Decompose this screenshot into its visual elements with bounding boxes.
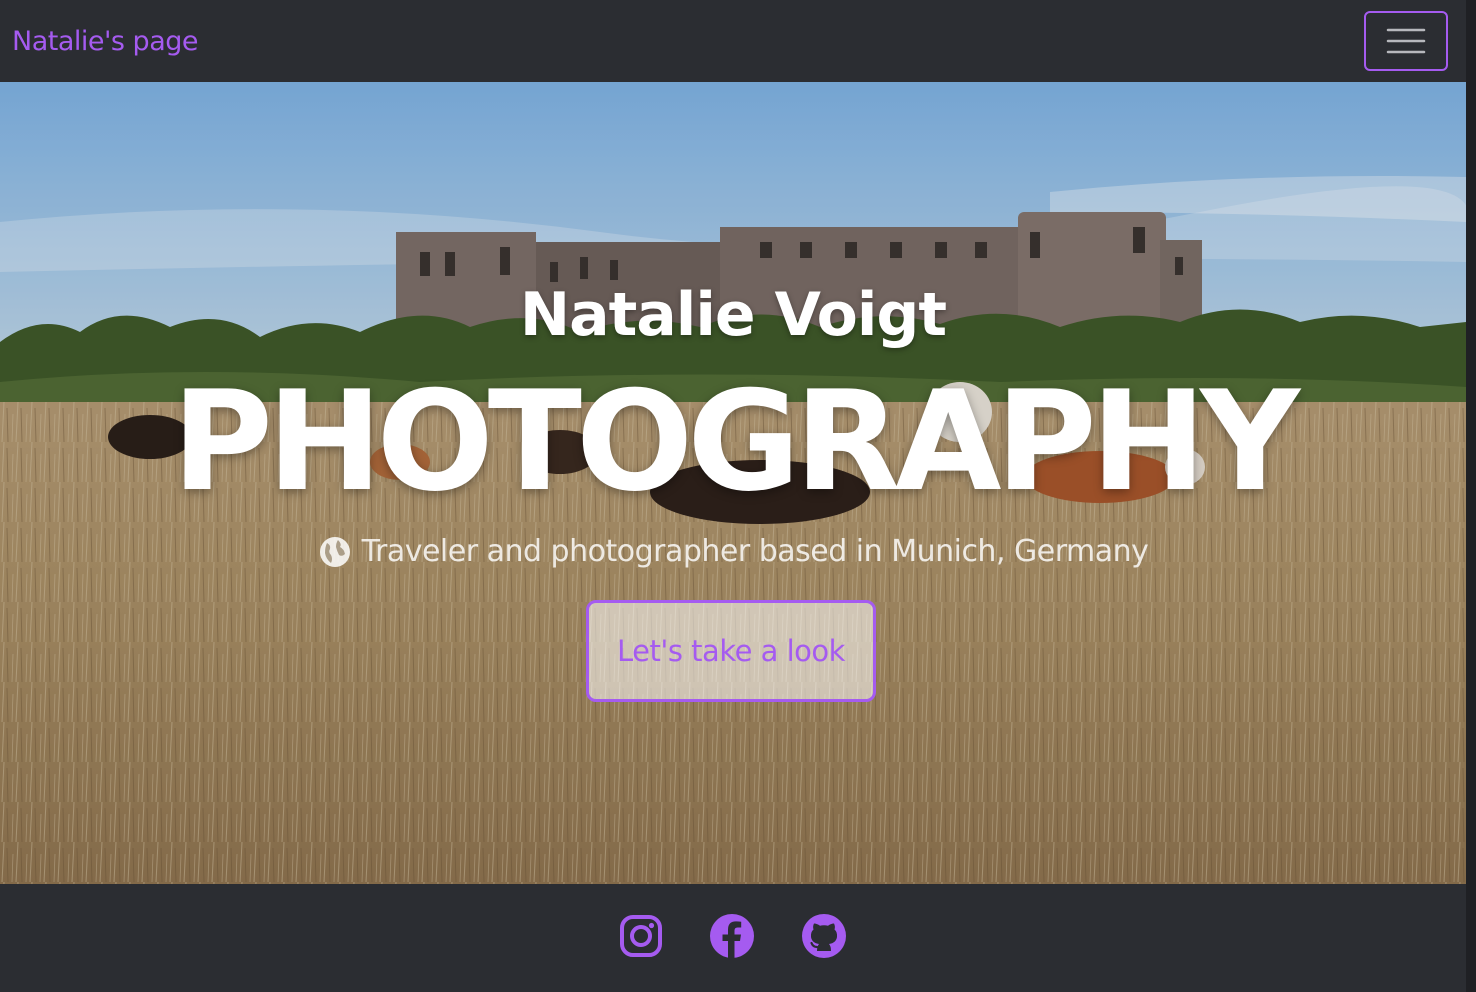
hamburger-menu-icon [1386,28,1426,54]
hero-name: Natalie Voigt [519,280,947,350]
instagram-link[interactable] [619,914,663,962]
facebook-link[interactable] [709,913,755,963]
facebook-icon [710,914,754,958]
footer [0,884,1466,992]
menu-toggle-button[interactable] [1364,11,1448,71]
navbar: Natalie's page [0,0,1466,82]
github-icon [802,914,846,958]
page: Natalie's page Natalie Voigt PHOTOGRAPHY… [0,0,1476,992]
github-link[interactable] [801,913,847,963]
hero-content: Natalie Voigt PHOTOGRAPHY Traveler and p… [0,82,1466,884]
instagram-icon [620,915,662,957]
hero-title: PHOTOGRAPHY [171,361,1300,522]
brand-link[interactable]: Natalie's page [12,26,199,57]
hero-tagline-text: Traveler and photographer based in Munic… [361,534,1149,569]
hero-tagline: Traveler and photographer based in Munic… [0,534,1466,569]
page-scrollbar[interactable] [1466,0,1476,992]
take-a-look-button[interactable]: Let's take a look [586,600,876,702]
globe-icon [319,536,350,567]
hero-section: Natalie Voigt PHOTOGRAPHY Traveler and p… [0,82,1466,884]
